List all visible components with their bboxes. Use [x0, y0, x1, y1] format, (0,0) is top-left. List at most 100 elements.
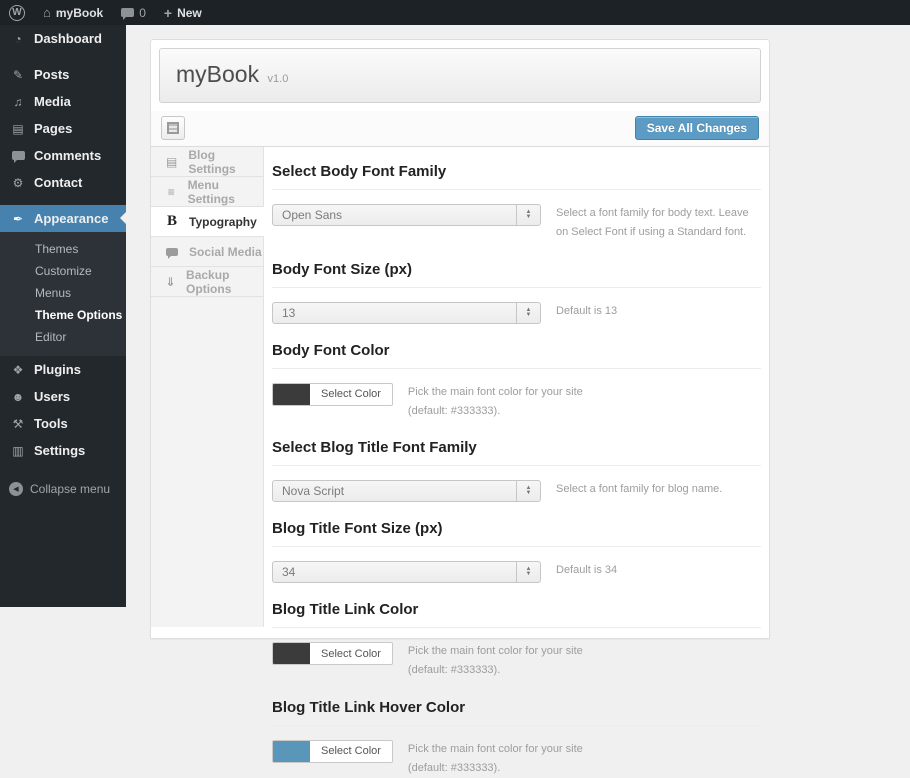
sidebar-item-appearance[interactable]: ✒Appearance [0, 205, 126, 232]
media-icon: ♫ [9, 95, 27, 109]
blog-title-link-hover-color-picker-button[interactable]: Select Color [272, 740, 393, 763]
select-value: 13 [273, 306, 516, 320]
submenu-item-themes[interactable]: Themes [0, 238, 126, 260]
help-text: Select a font family for blog name. [556, 480, 761, 499]
site-link[interactable]: ⌂ myBook [34, 0, 112, 25]
section-heading: Body Font Color [272, 342, 761, 369]
tab-menu-settings[interactable]: ≡ Menu Settings [151, 177, 263, 207]
section-select-blog-title-font-family: Select Blog Title Font Family Nova Script… [272, 439, 761, 502]
sidebar-item-label: Contact [34, 175, 82, 190]
wp-logo-menu[interactable]: W [0, 0, 34, 25]
new-label: New [177, 6, 202, 20]
body-font-size-px--select[interactable]: 13▲▼ [272, 302, 541, 324]
site-name: myBook [56, 6, 103, 20]
section-heading: Body Font Size (px) [272, 261, 761, 288]
sidebar-item-media[interactable]: ♫ Media [0, 88, 126, 115]
tab-label: Menu Settings [188, 178, 263, 206]
settings-icon: ▥ [9, 444, 27, 458]
wordpress-logo-icon: W [9, 5, 25, 21]
panel-title: myBook [176, 61, 259, 87]
tab-backup-options[interactable]: ⇓Backup Options [151, 267, 263, 297]
tools-icon: ⚒ [9, 417, 27, 431]
appearance-submenu: ThemesCustomizeMenusTheme OptionsEditor [0, 232, 126, 356]
comment-count: 0 [139, 6, 146, 20]
select-value: Nova Script [273, 484, 516, 498]
color-swatch [273, 643, 310, 664]
blog-title-link-color-picker-button[interactable]: Select Color [272, 642, 393, 665]
admin-content-area: myBook v1.0 Save All Changes ▤ Blog Setti… [126, 25, 910, 607]
panel-body: ▤ Blog Settings ≡ Menu SettingsBTypography S… [151, 147, 769, 627]
collapse-menu-label: Collapse menu [30, 482, 110, 496]
submenu-item-menus[interactable]: Menus [0, 282, 126, 304]
sidebar-menu: ◔Dashboard ✎Posts ♫ Media ▤Pages Comments ⚙ Con… [0, 25, 126, 464]
help-text: Pick the main font color for your site (… [408, 740, 613, 778]
section-heading: Blog Title Link Hover Color [272, 699, 761, 726]
collapse-menu-button[interactable]: ◀ Collapse menu [0, 482, 126, 496]
color-button-label: Select Color [310, 384, 392, 405]
panel-version: v1.0 [268, 73, 289, 85]
help-text: Pick the main font color for your site (… [408, 642, 613, 681]
stepper-icon: ▲▼ [516, 481, 540, 501]
sidebar-item-label: Appearance [34, 211, 108, 226]
section-body-font-color: Body Font Color Select Color Pick the main… [272, 342, 761, 422]
sidebar-item-label: Comments [34, 148, 101, 163]
tab-social-media[interactable]: Social Media [151, 237, 263, 267]
stepper-icon: ▲▼ [516, 205, 540, 225]
section-heading: Select Body Font Family [272, 163, 761, 190]
section-blog-title-link-hover-color: Blog Title Link Hover Color Select Color P… [272, 699, 761, 778]
settings-tabs: ▤ Blog Settings ≡ Menu SettingsBTypography S… [151, 147, 264, 627]
sidebar-item-contact[interactable]: ⚙ Contact [0, 169, 126, 196]
select-body-font-family-select[interactable]: Open Sans▲▼ [272, 204, 541, 226]
tab-label: Social Media [189, 245, 262, 259]
submenu-item-editor[interactable]: Editor [0, 326, 126, 348]
help-text: Default is 13 [556, 302, 761, 321]
panel-toolbar: Save All Changes [151, 111, 769, 147]
section-heading: Select Blog Title Font Family [272, 439, 761, 466]
submenu-item-customize[interactable]: Customize [0, 260, 126, 282]
backup-options-icon: ⇓ [163, 275, 178, 289]
section-body-font-size-px-: Body Font Size (px) 13▲▼ Default is 13 [272, 261, 761, 324]
blog-settings-icon: ▤ [163, 155, 180, 169]
menu-settings-icon: ≡ [163, 185, 180, 199]
color-button-label: Select Color [310, 741, 392, 762]
sidebar-item-comments[interactable]: Comments [0, 142, 126, 169]
help-text: Default is 34 [556, 561, 761, 580]
select-blog-title-font-family-select[interactable]: Nova Script▲▼ [272, 480, 541, 502]
save-all-changes-button[interactable]: Save All Changes [635, 116, 759, 140]
help-text: Pick the main font color for your site (… [408, 383, 613, 422]
sidebar-item-posts[interactable]: ✎Posts [0, 61, 126, 88]
tab-typography[interactable]: BTypography [151, 207, 264, 237]
submenu-item-theme-options[interactable]: Theme Options [0, 304, 126, 326]
plus-icon: + [164, 5, 172, 21]
sidebar-item-label: Users [34, 389, 70, 404]
tab-label: Typography [189, 215, 257, 229]
help-text: Select a font family for body text. Leav… [556, 204, 761, 243]
color-button-label: Select Color [310, 643, 392, 664]
sidebar-item-users[interactable]: ☻ Users [0, 383, 126, 410]
blog-title-font-size-px--select[interactable]: 34▲▼ [272, 561, 541, 583]
layout-icon [167, 122, 179, 134]
new-content-menu[interactable]: + New [155, 0, 211, 25]
body-font-color-picker-button[interactable]: Select Color [272, 383, 393, 406]
color-swatch [273, 741, 310, 762]
comments-shortcut[interactable]: 0 [112, 0, 155, 25]
theme-options-panel: myBook v1.0 Save All Changes ▤ Blog Setti… [150, 39, 770, 639]
sidebar-item-plugins[interactable]: ❖Plugins [0, 356, 126, 383]
social-media-icon [163, 245, 181, 259]
sidebar-item-dashboard[interactable]: ◔Dashboard [0, 25, 126, 52]
contact-icon: ⚙ [9, 176, 27, 190]
plugins-icon: ❖ [9, 363, 27, 377]
select-value: 34 [273, 565, 516, 579]
dashboard-icon: ◔ [9, 32, 27, 46]
tab-blog-settings[interactable]: ▤ Blog Settings [151, 147, 263, 177]
layout-toggle-button[interactable] [161, 116, 185, 140]
sidebar-item-settings[interactable]: ▥Settings [0, 437, 126, 464]
users-icon: ☻ [9, 390, 27, 404]
sidebar-item-pages[interactable]: ▤Pages [0, 115, 126, 142]
tab-label: Blog Settings [188, 148, 263, 176]
admin-bar: W ⌂ myBook 0 + New [0, 0, 910, 25]
sidebar-item-label: Media [34, 94, 71, 109]
sidebar-item-label: Pages [34, 121, 72, 136]
control-row: Nova Script▲▼ Select a font family for bl… [272, 480, 761, 502]
sidebar-item-tools[interactable]: ⚒Tools [0, 410, 126, 437]
